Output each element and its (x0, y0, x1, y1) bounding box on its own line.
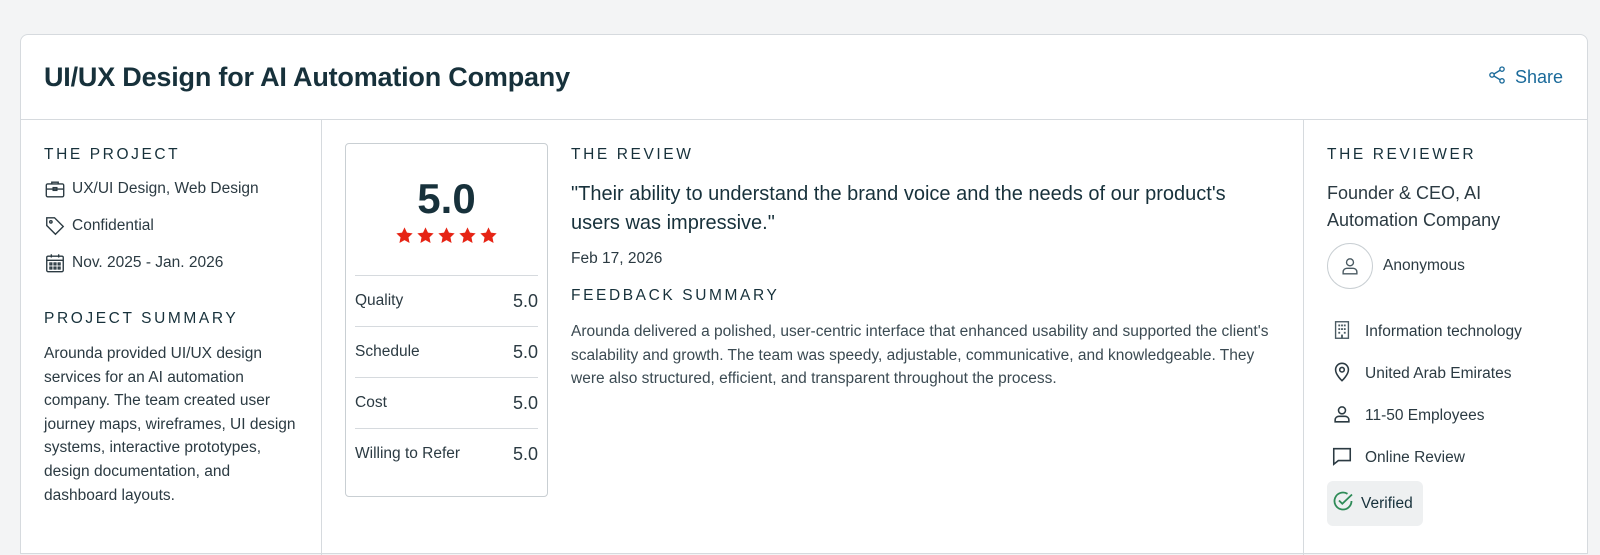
rating-row-value: 5.0 (512, 392, 538, 413)
review-header: UI/UX Design for AI Automation Company S… (21, 35, 1587, 120)
share-label: Share (1514, 66, 1563, 87)
rating-row-value: 5.0 (512, 290, 538, 311)
rating-row-willing-to-refer: Willing to Refer 5.0 (355, 428, 538, 479)
star-icon (417, 227, 434, 243)
reviewer-industry-text: Information technology (1365, 323, 1522, 340)
rating-row-value: 5.0 (512, 443, 538, 464)
project-services: UX/UI Design, Web Design (44, 176, 298, 202)
project-summary-label: PROJECT SUMMARY (44, 310, 239, 327)
reviewer-role: Founder & CEO, AI Automation Company (1327, 183, 1501, 230)
reviewer-company-size: 11-50 Employees (1327, 395, 1567, 437)
user-icon (1342, 258, 1358, 275)
project-dates: Nov. 2025 - Jan. 2026 (44, 250, 298, 276)
rating-row-cost: Cost 5.0 (355, 377, 538, 428)
rating-row-label: Quality (355, 292, 404, 309)
share-button[interactable]: Share (1487, 65, 1563, 90)
reviewer-industry: Information technology (1327, 311, 1567, 353)
review-content: THE REVIEW "Their ability to understand … (548, 143, 1303, 555)
calendar-icon (44, 252, 66, 274)
star-icon (459, 227, 476, 243)
review-date: Feb 17, 2026 (571, 250, 663, 267)
project-summary-text: Arounda provided UI/UX design services f… (44, 345, 296, 504)
tag-icon (44, 215, 66, 237)
star-icon (396, 227, 413, 243)
star-icon (480, 227, 497, 243)
reviewer-details: Information technology United Arab Emira… (1327, 311, 1567, 526)
project-budget-text: Confidential (72, 217, 154, 234)
rating-row-schedule: Schedule 5.0 (355, 326, 538, 377)
reviewer-location: United Arab Emirates (1327, 353, 1567, 395)
briefcase-icon (44, 178, 66, 200)
rating-box: 5.0 Quality 5.0 Schedule 5.0 Cost 5.0 Wi… (345, 143, 548, 497)
avatar (1327, 243, 1373, 289)
verified-label: Verified (1361, 494, 1413, 512)
star-icon (438, 227, 455, 243)
project-services-text: UX/UI Design, Web Design (72, 180, 259, 197)
review-quote: "Their ability to understand the brand v… (571, 183, 1226, 234)
project-column: THE PROJECT UX/UI Design, Web Design Con… (21, 120, 322, 555)
review-section-label: THE REVIEW (571, 146, 694, 163)
rating-breakdown: Quality 5.0 Schedule 5.0 Cost 5.0 Willin… (355, 275, 538, 479)
project-dates-text: Nov. 2025 - Jan. 2026 (72, 254, 224, 271)
review-column: 5.0 Quality 5.0 Schedule 5.0 Cost 5.0 Wi… (322, 120, 1304, 555)
rating-row-label: Cost (355, 394, 387, 411)
share-icon (1487, 65, 1507, 90)
project-section-label: THE PROJECT (44, 146, 181, 163)
rating-row-value: 5.0 (512, 341, 538, 362)
chat-bubble-icon (1331, 445, 1353, 472)
rating-row-quality: Quality 5.0 (355, 275, 538, 326)
overall-rating: 5.0 (417, 175, 476, 222)
reviewer-location-text: United Arab Emirates (1365, 365, 1512, 382)
verified-badge: Verified (1327, 481, 1423, 526)
reviewer-identity: Anonymous (1327, 243, 1567, 289)
star-rating (355, 226, 538, 245)
reviewer-section-label: THE REVIEWER (1327, 146, 1477, 163)
location-pin-icon (1331, 361, 1353, 388)
reviewer-review-type-text: Online Review (1365, 449, 1465, 466)
project-budget: Confidential (44, 213, 298, 239)
building-icon (1331, 319, 1353, 346)
review-card: UI/UX Design for AI Automation Company S… (20, 34, 1588, 555)
review-title: UI/UX Design for AI Automation Company (44, 61, 570, 92)
check-circle-icon (1331, 489, 1355, 518)
feedback-summary-label: FEEDBACK SUMMARY (571, 287, 780, 304)
rating-row-label: Schedule (355, 343, 420, 360)
reviewer-column: THE REVIEWER Founder & CEO, AI Automatio… (1304, 120, 1587, 555)
reviewer-review-type: Online Review (1327, 437, 1567, 479)
reviewer-name: Anonymous (1383, 257, 1465, 274)
rating-row-label: Willing to Refer (355, 445, 461, 462)
person-icon (1331, 403, 1353, 430)
reviewer-company-size-text: 11-50 Employees (1365, 407, 1485, 424)
feedback-summary-text: Arounda delivered a polished, user-centr… (571, 323, 1269, 388)
